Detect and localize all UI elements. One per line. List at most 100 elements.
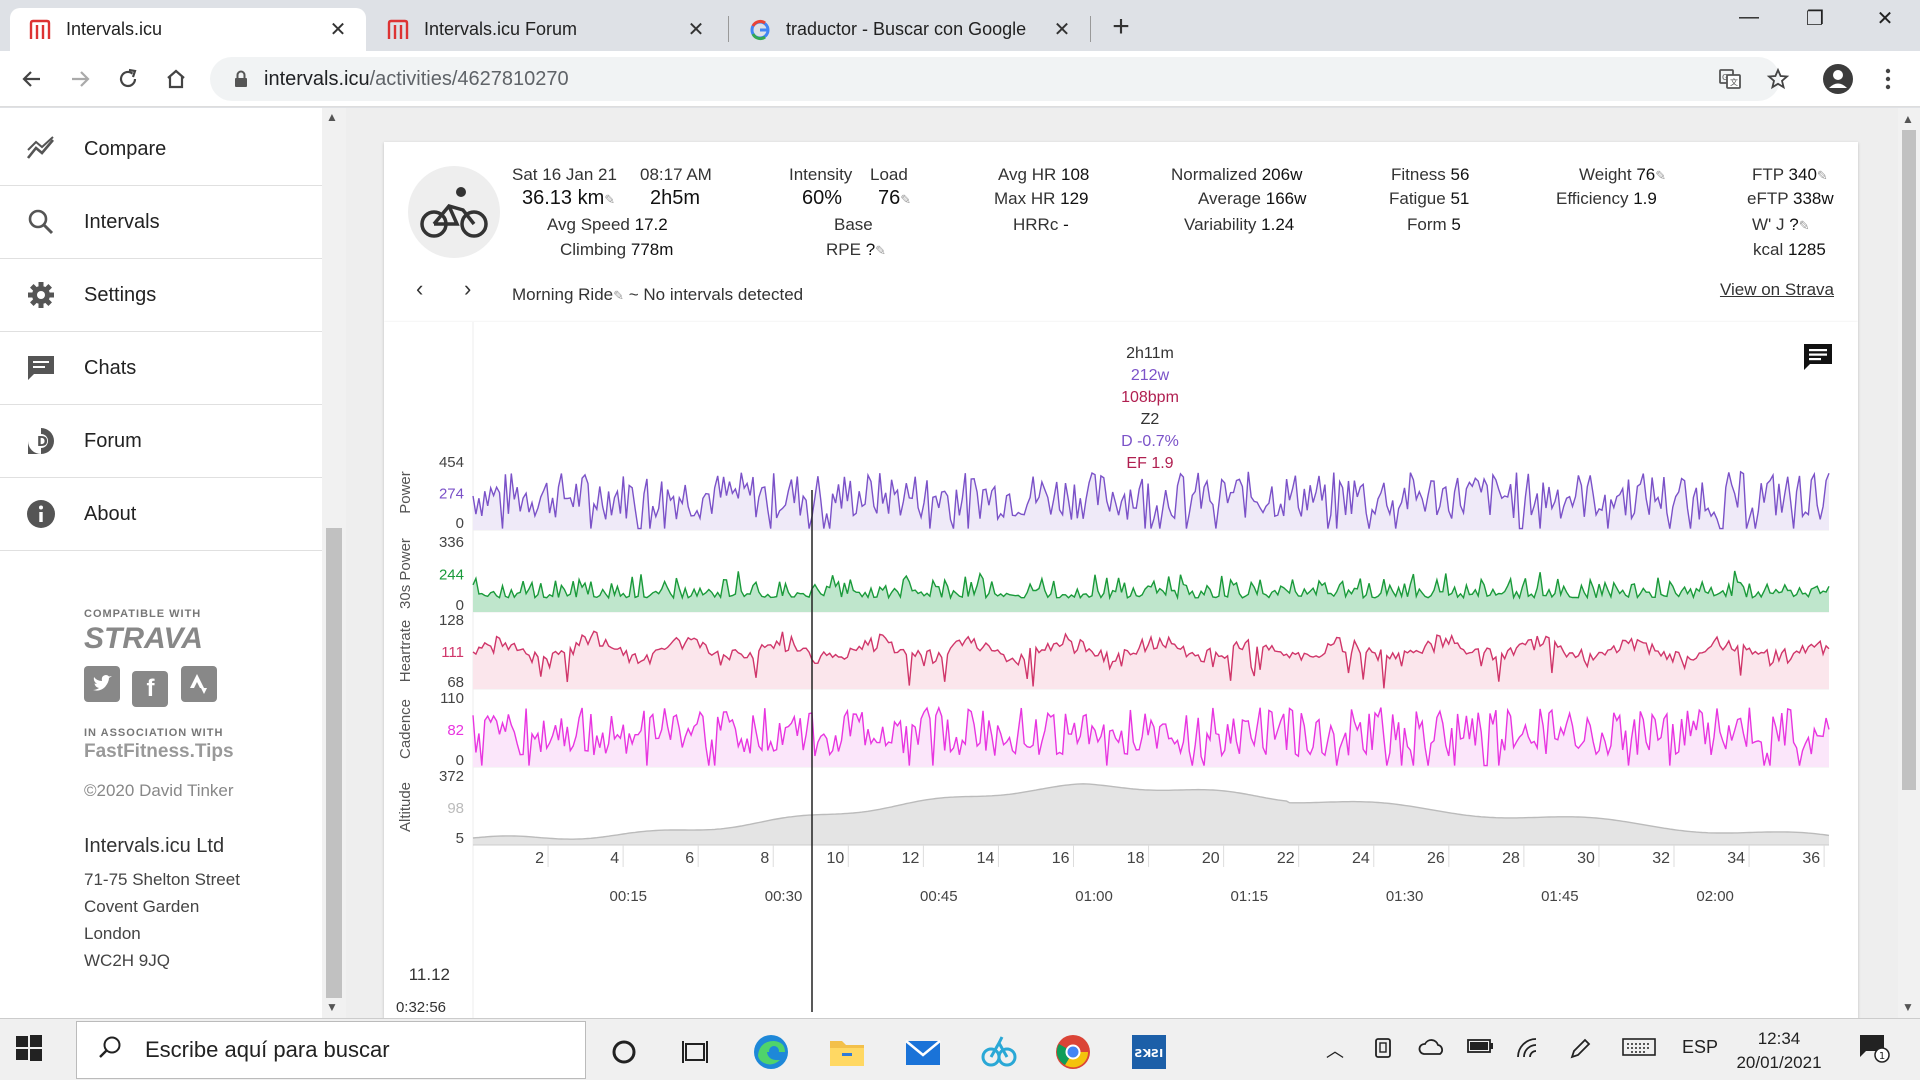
y-tick-label: 98 [447,800,464,817]
lock-icon[interactable] [226,70,256,88]
w-prime[interactable]: W' J ?✎ [1752,214,1810,236]
sidebar-scrollbar-thumb[interactable] [326,528,342,998]
sidebar-item-chats[interactable]: Chats [0,332,322,405]
edit-pencil-icon[interactable]: ✎ [900,192,911,207]
info-icon [24,497,58,531]
close-tab-icon[interactable]: ✕ [326,17,350,42]
translate-icon[interactable]: G文 [1712,61,1748,97]
comment-icon[interactable] [1802,342,1834,377]
new-tab-icon[interactable]: + [1106,10,1136,44]
edit-pencil-icon[interactable]: ✎ [604,192,615,207]
bike-app-icon[interactable] [968,1025,1030,1079]
sidebar-item-about[interactable]: About [0,478,322,551]
edit-pencil-icon[interactable]: ✎ [1799,218,1810,233]
previous-activity-icon[interactable]: ‹ [416,278,423,300]
activity-duration: 2h5m [650,187,701,209]
file-explorer-icon[interactable] [816,1025,878,1079]
windows-start-icon[interactable] [14,1033,44,1068]
variability: Variability 1.24 [1184,215,1295,234]
x-distance-tick-label: 6 [685,850,694,867]
series-panel-power[interactable]: 454 274 0 Power [397,454,1830,532]
series-panel-altitude[interactable]: 372 98 5 Altitude [397,768,1830,847]
series-panel-30s-power[interactable]: 336244030s Power [397,534,1830,614]
address-bar[interactable]: intervals.icu/activities/4627810270 [210,57,1780,101]
edit-pencil-icon[interactable]: ✎ [875,243,886,258]
weight[interactable]: Weight 76✎ [1579,164,1666,186]
pen-icon[interactable] [1568,1037,1592,1066]
summary-ef: EF 1.9 [1126,455,1173,472]
device-icon[interactable] [1372,1037,1394,1064]
taskbar-search-input[interactable]: Escribe aquí para buscar [76,1021,586,1079]
onedrive-icon[interactable] [1418,1037,1446,1062]
y-tick-label: 336 [439,534,464,551]
next-activity-icon[interactable]: › [464,278,471,300]
scroll-down-icon[interactable]: ▼ [1902,1000,1914,1014]
sidebar-item-settings[interactable]: Settings [0,259,322,332]
language-indicator[interactable]: ESP [1682,1037,1718,1058]
average-power: Average 166w [1198,189,1307,208]
show-hidden-icons-icon[interactable]: ︿ [1326,1037,1344,1063]
forward-icon[interactable] [62,61,98,97]
battery-icon[interactable] [1466,1037,1494,1060]
intervals-note: ~ No intervals detected [628,285,804,304]
sidebar-item-forum[interactable]: D Forum [0,405,322,478]
x-distance-tick-label: 24 [1352,850,1370,867]
form: Form 5 [1407,215,1461,234]
series-area [473,570,1829,612]
activity-chart[interactable]: 2h11m 212w 108bpm Z2 D -0.7% EF 1.9 454 2… [384,322,1858,1018]
intervals-logo-icon [386,18,410,42]
cortana-icon[interactable] [593,1025,655,1079]
close-tab-icon[interactable]: ✕ [684,17,708,42]
restore-icon[interactable]: ❐ [1790,6,1840,31]
wifi-icon[interactable] [1516,1037,1542,1064]
reload-icon[interactable] [110,61,146,97]
avg-hr: Avg HR 108 [998,165,1090,184]
ftp[interactable]: FTP 340✎ [1752,164,1828,186]
sidebar-item-intervals[interactable]: Intervals [0,186,322,259]
back-icon[interactable] [14,61,50,97]
edge-icon[interactable] [740,1025,802,1079]
view-on-strava-link[interactable]: View on Strava [1720,280,1834,300]
task-view-icon[interactable] [664,1025,726,1079]
mail-icon[interactable] [892,1025,954,1079]
activity-name[interactable]: Morning Ride✎ ~ No intervals detected [512,284,803,306]
notifications-icon[interactable]: 1 [1858,1033,1890,1068]
scroll-down-icon[interactable]: ▼ [326,1000,338,1014]
minimize-icon[interactable]: — [1724,6,1774,29]
edit-pencil-icon[interactable]: ✎ [613,288,624,303]
series-panel-cadence[interactable]: 110 82 0 Cadence [397,690,1830,769]
app-tile-icon[interactable]: ƧꓘƧI [1118,1025,1180,1079]
scroll-up-icon[interactable]: ▲ [1902,112,1914,126]
strava-icon[interactable] [180,666,217,702]
sidebar-item-compare[interactable]: Compare [0,113,322,186]
strava-logo[interactable]: STRAVA [84,622,314,656]
copyright: ©2020 David Tinker [84,781,234,800]
twitter-icon[interactable] [84,666,120,702]
fastfitness-link[interactable]: FastFitness.Tips [84,741,314,763]
series-panel-heartrate[interactable]: 128 111 68 Heartrate [397,612,1830,691]
scroll-up-icon[interactable]: ▲ [326,110,338,124]
close-tab-icon[interactable]: ✕ [1050,17,1074,42]
sidebar-item-label: Compare [84,137,167,160]
profile-avatar-icon[interactable] [1820,61,1856,97]
tab-forum[interactable]: Intervals.icu Forum ✕ [368,8,724,51]
bookmark-star-icon[interactable] [1760,61,1796,97]
menu-dots-icon[interactable] [1870,61,1906,97]
edit-pencil-icon[interactable]: ✎ [1655,168,1666,183]
series-axis-title: 30s Power [397,538,414,609]
chrome-icon[interactable] [1042,1025,1104,1079]
activity-distance[interactable]: 36.13 km✎ [522,188,615,210]
edit-pencil-icon[interactable]: ✎ [1817,168,1828,183]
keyboard-icon[interactable] [1622,1037,1656,1062]
facebook-icon[interactable]: f [132,671,169,707]
google-logo-icon [748,18,772,42]
tab-google[interactable]: traductor - Buscar con Google ✕ [730,8,1090,51]
search-icon [97,1035,123,1066]
rpe[interactable]: RPE ?✎ [826,239,886,261]
home-icon[interactable] [158,61,194,97]
clock[interactable]: 12:34 20/01/2021 [1724,1027,1834,1075]
page-scrollbar-thumb[interactable] [1902,130,1916,790]
load-value[interactable]: 76✎ [878,188,911,210]
tab-intervals[interactable]: Intervals.icu ✕ [10,8,366,51]
close-window-icon[interactable]: ✕ [1860,6,1910,31]
